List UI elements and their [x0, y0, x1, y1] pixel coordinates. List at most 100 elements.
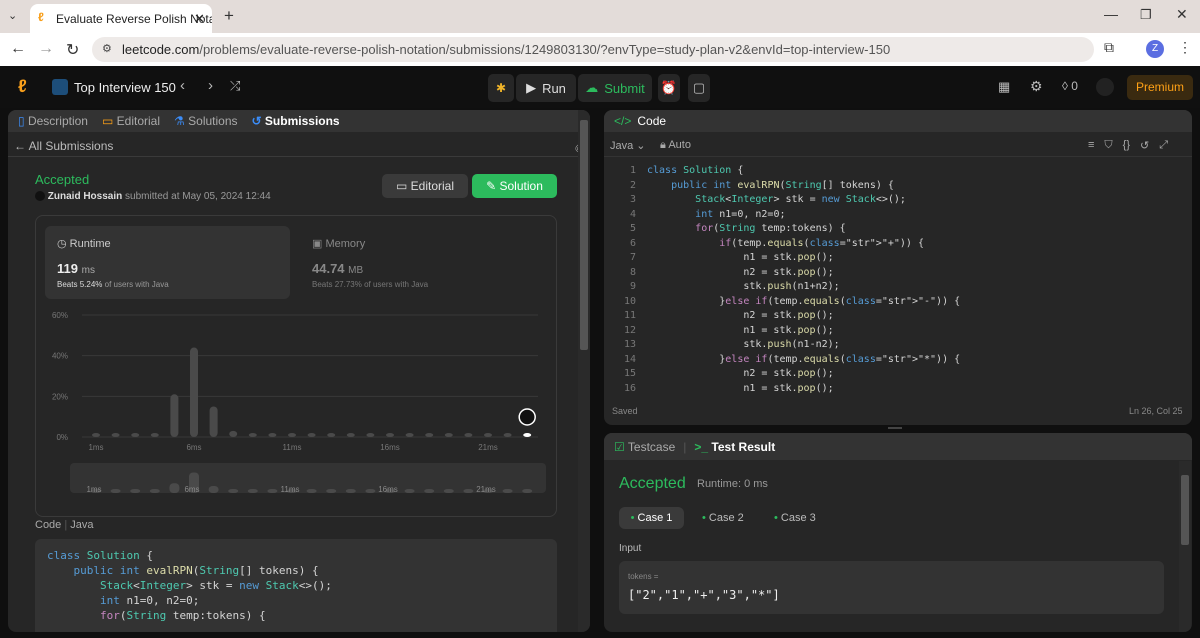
- bar[interactable]: [131, 433, 140, 437]
- bar[interactable]: [170, 394, 179, 437]
- language-select[interactable]: Java ⌄: [610, 139, 646, 152]
- reload-icon[interactable]: ↻: [66, 40, 79, 60]
- problem-list-title[interactable]: Top Interview 150: [74, 80, 176, 95]
- timer-button[interactable]: ⏰: [658, 74, 680, 102]
- code-line[interactable]: Stack<Integer> stk = new Stack<>();: [647, 194, 1167, 209]
- url-input[interactable]: ⚙ leetcode.com/problems/evaluate-reverse…: [92, 37, 1094, 62]
- prev-problem-icon[interactable]: ‹: [180, 77, 185, 94]
- code-line[interactable]: n2 = stk.pop();: [647, 310, 1167, 325]
- bar[interactable]: [307, 433, 316, 437]
- expand-icon[interactable]: ⤢: [1159, 139, 1168, 152]
- code-line[interactable]: int n1=0, n2=0;: [647, 209, 1167, 224]
- auto-mode[interactable]: 🔒︎ Auto: [660, 139, 691, 152]
- code-preview[interactable]: class Solution { public int evalRPN(Stri…: [35, 539, 557, 632]
- bookmark-icon[interactable]: ⛉: [1104, 139, 1112, 152]
- bar[interactable]: [268, 433, 277, 437]
- tab-testcase[interactable]: ☑ Testcase: [614, 440, 675, 454]
- bar[interactable]: [484, 433, 492, 437]
- bar[interactable]: [248, 433, 257, 437]
- code-line[interactable]: public int evalRPN(String[] tokens) {: [647, 180, 1167, 195]
- profile-avatar[interactable]: Z: [1146, 40, 1164, 58]
- bar[interactable]: [327, 433, 336, 437]
- bar[interactable]: [386, 433, 394, 437]
- code-line[interactable]: n1 = stk.pop();: [647, 325, 1167, 340]
- runtime-distribution-chart[interactable]: 0% 20% 40% 60% 1ms 6ms 11ms 16ms 21ms 1ms 6ms 11ms 1…: [8, 110, 590, 510]
- bar[interactable]: [229, 430, 238, 437]
- code-line[interactable]: stk.push(n1-n2);: [647, 339, 1167, 354]
- case-1-tab[interactable]: • Case 1: [619, 507, 684, 529]
- code-line[interactable]: class Solution {: [647, 165, 1167, 180]
- debugger-button[interactable]: ✱: [488, 74, 514, 102]
- bar[interactable]: [366, 433, 375, 437]
- new-tab-button[interactable]: +: [224, 6, 234, 26]
- code-line[interactable]: n2 = stk.pop();: [647, 368, 1167, 383]
- code-line[interactable]: n1 = stk.pop();: [647, 383, 1167, 398]
- code-line[interactable]: if(temp.equals(class="str">"+")) {: [647, 238, 1167, 253]
- input-box: tokens = ["2","1","+","3","*"]: [619, 561, 1164, 614]
- code-line[interactable]: stk.push(n1+n2);: [647, 281, 1167, 296]
- chart-range-slider[interactable]: [70, 463, 546, 493]
- bar[interactable]: [111, 433, 120, 437]
- bar[interactable]: [444, 433, 453, 437]
- bar[interactable]: [150, 433, 159, 437]
- back-icon[interactable]: ←: [10, 40, 26, 58]
- line-number: 3: [629, 194, 636, 205]
- code-line[interactable]: for(String temp:tokens) {: [647, 223, 1167, 238]
- shuffle-icon[interactable]: ⤮: [230, 78, 240, 94]
- streak-counter[interactable]: ◊ 0: [1062, 79, 1078, 93]
- tab-title: Evaluate Reverse Polish Notatio: [56, 12, 212, 26]
- reset-icon[interactable]: ↺: [1140, 139, 1149, 152]
- user-avatar[interactable]: [1096, 78, 1114, 96]
- overview-bar: [208, 486, 219, 493]
- code-editor[interactable]: class Solution { public int evalRPN(Stri…: [647, 165, 1167, 397]
- left-scrollbar[interactable]: [578, 110, 590, 632]
- submit-button[interactable]: ☁ Submit: [578, 74, 652, 102]
- layout-icon[interactable]: ▦: [998, 79, 1010, 95]
- notes-button[interactable]: ▢: [688, 74, 710, 102]
- case-2-tab[interactable]: • Case 2: [702, 512, 744, 524]
- case-3-tab[interactable]: • Case 3: [774, 512, 816, 524]
- restore-button[interactable]: ❐: [1140, 7, 1152, 23]
- leetcode-logo-icon[interactable]: ℓ: [18, 76, 27, 97]
- overview-bar: [247, 489, 258, 493]
- line-number: 13: [623, 339, 636, 350]
- code-line[interactable]: n1 = stk.pop();: [647, 252, 1167, 267]
- bar[interactable]: [346, 433, 355, 437]
- code-line[interactable]: n2 = stk.pop();: [647, 267, 1167, 282]
- bar[interactable]: [464, 433, 473, 437]
- play-icon: ▶: [526, 80, 537, 95]
- minimize-button[interactable]: —: [1104, 6, 1118, 22]
- result-scrollbar[interactable]: [1179, 461, 1191, 632]
- forward-icon[interactable]: →: [38, 40, 54, 58]
- bar[interactable]: [209, 406, 218, 438]
- editor-title: Code: [637, 114, 667, 128]
- overview-bar: [404, 489, 415, 493]
- bar[interactable]: [288, 433, 296, 437]
- tab-test-result[interactable]: >_ Test Result: [694, 440, 775, 454]
- extensions-icon[interactable]: ⧉: [1104, 39, 1114, 56]
- close-tab-icon[interactable]: ✕: [194, 11, 205, 27]
- site-info-icon[interactable]: ⚙: [102, 42, 112, 55]
- bar[interactable]: [92, 433, 100, 437]
- bar[interactable]: [503, 433, 512, 437]
- bar[interactable]: [425, 433, 434, 437]
- browser-tab[interactable]: ℓ Evaluate Reverse Polish Notatio ✕: [30, 4, 212, 33]
- code-line[interactable]: }else if(temp.equals(class="str">"-")) {: [647, 296, 1167, 311]
- format-icon[interactable]: ≡: [1088, 139, 1094, 152]
- menu-icon[interactable]: ⋮: [1178, 39, 1192, 56]
- tab-list-chevron-icon[interactable]: ⌄: [8, 9, 17, 22]
- premium-button[interactable]: Premium: [1127, 75, 1193, 100]
- close-window-button[interactable]: ✕: [1176, 6, 1188, 23]
- resize-handle[interactable]: [888, 427, 902, 429]
- next-problem-icon[interactable]: ›: [208, 77, 213, 94]
- bar-your-submission[interactable]: [523, 433, 532, 437]
- braces-icon[interactable]: {}: [1123, 139, 1130, 152]
- bar[interactable]: [405, 433, 414, 437]
- bar[interactable]: [190, 347, 198, 437]
- settings-gear-icon[interactable]: ⚙: [1030, 78, 1043, 95]
- overview-bar: [345, 489, 356, 493]
- overview-bar: [228, 489, 239, 493]
- code-line[interactable]: }else if(temp.equals(class="str">"*")) {: [647, 354, 1167, 369]
- result-runtime: Runtime: 0 ms: [697, 478, 768, 490]
- run-button[interactable]: ▶ Run: [516, 74, 576, 102]
